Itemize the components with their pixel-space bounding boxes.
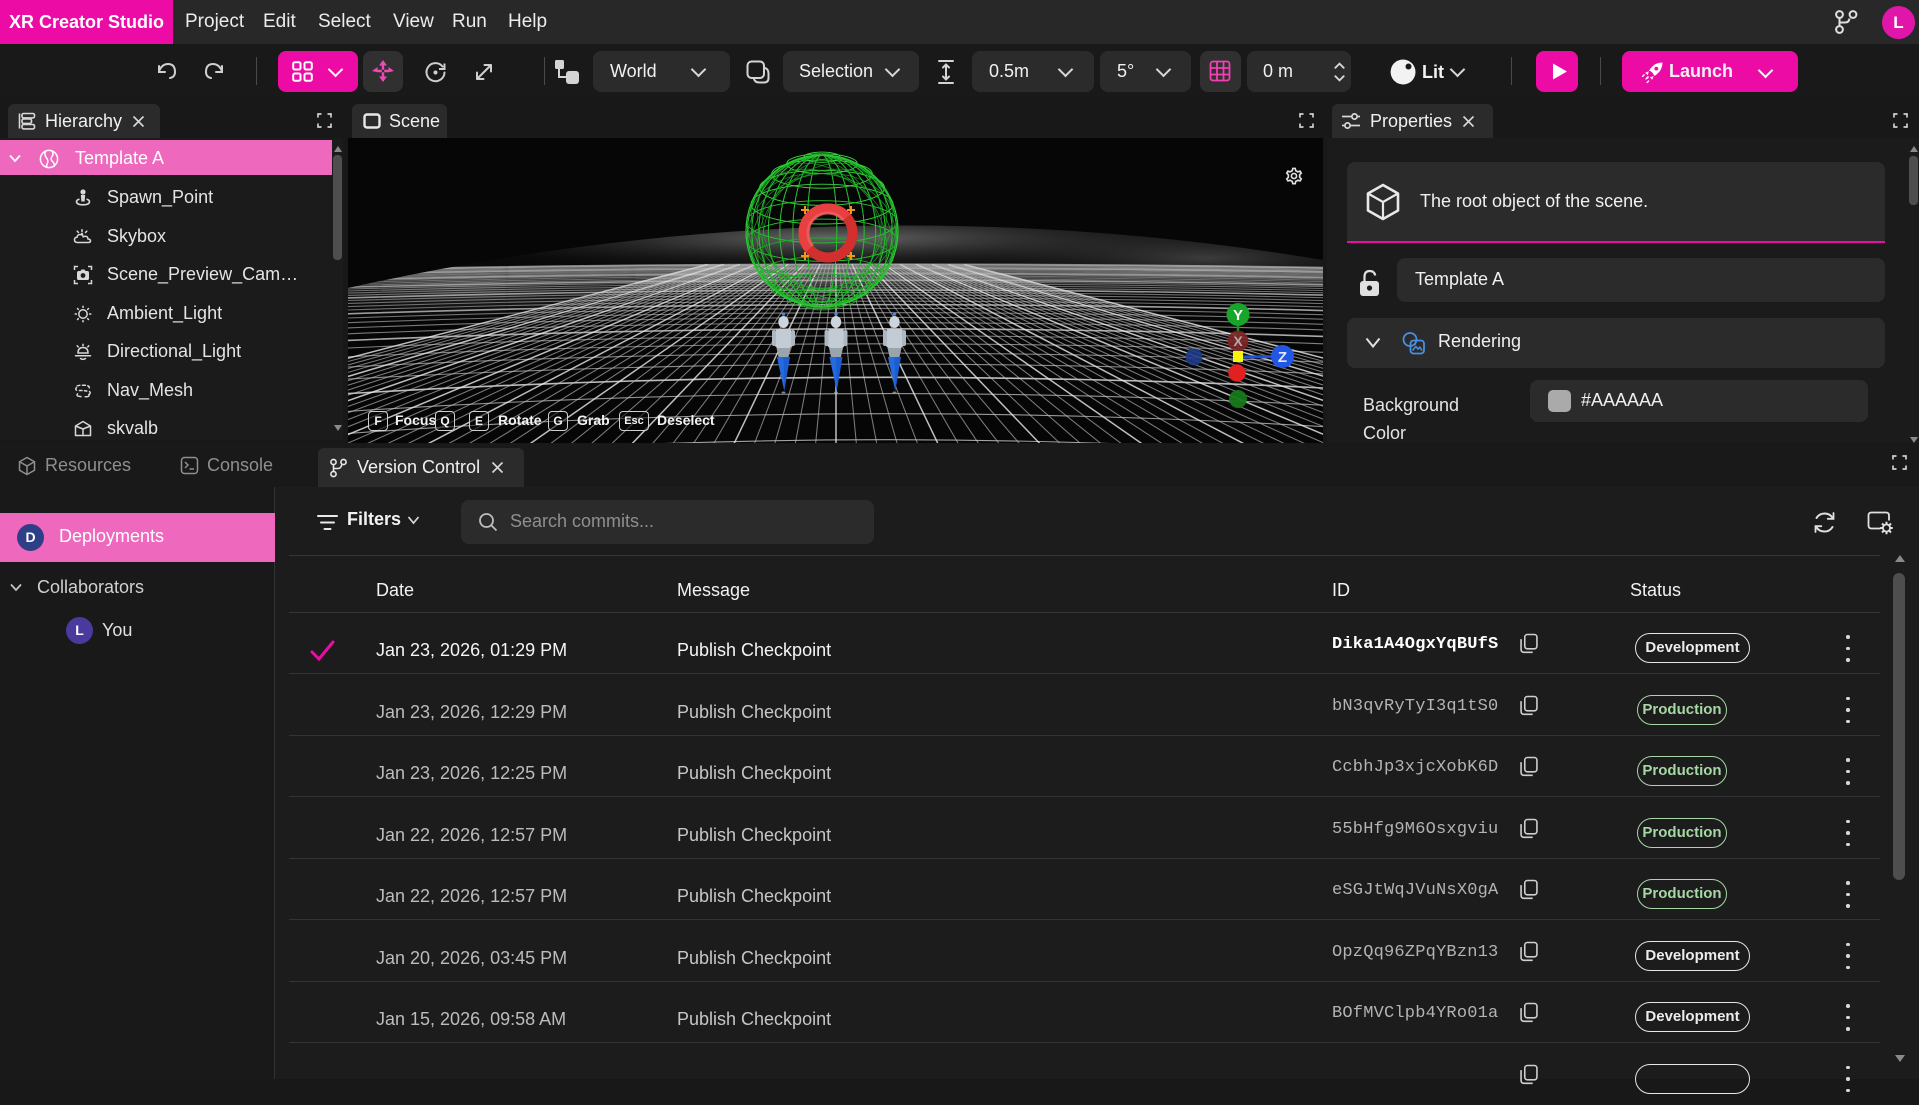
- svg-text:Z: Z: [1278, 349, 1287, 366]
- svg-text:X: X: [1233, 333, 1243, 349]
- svg-text:Y: Y: [1233, 307, 1243, 324]
